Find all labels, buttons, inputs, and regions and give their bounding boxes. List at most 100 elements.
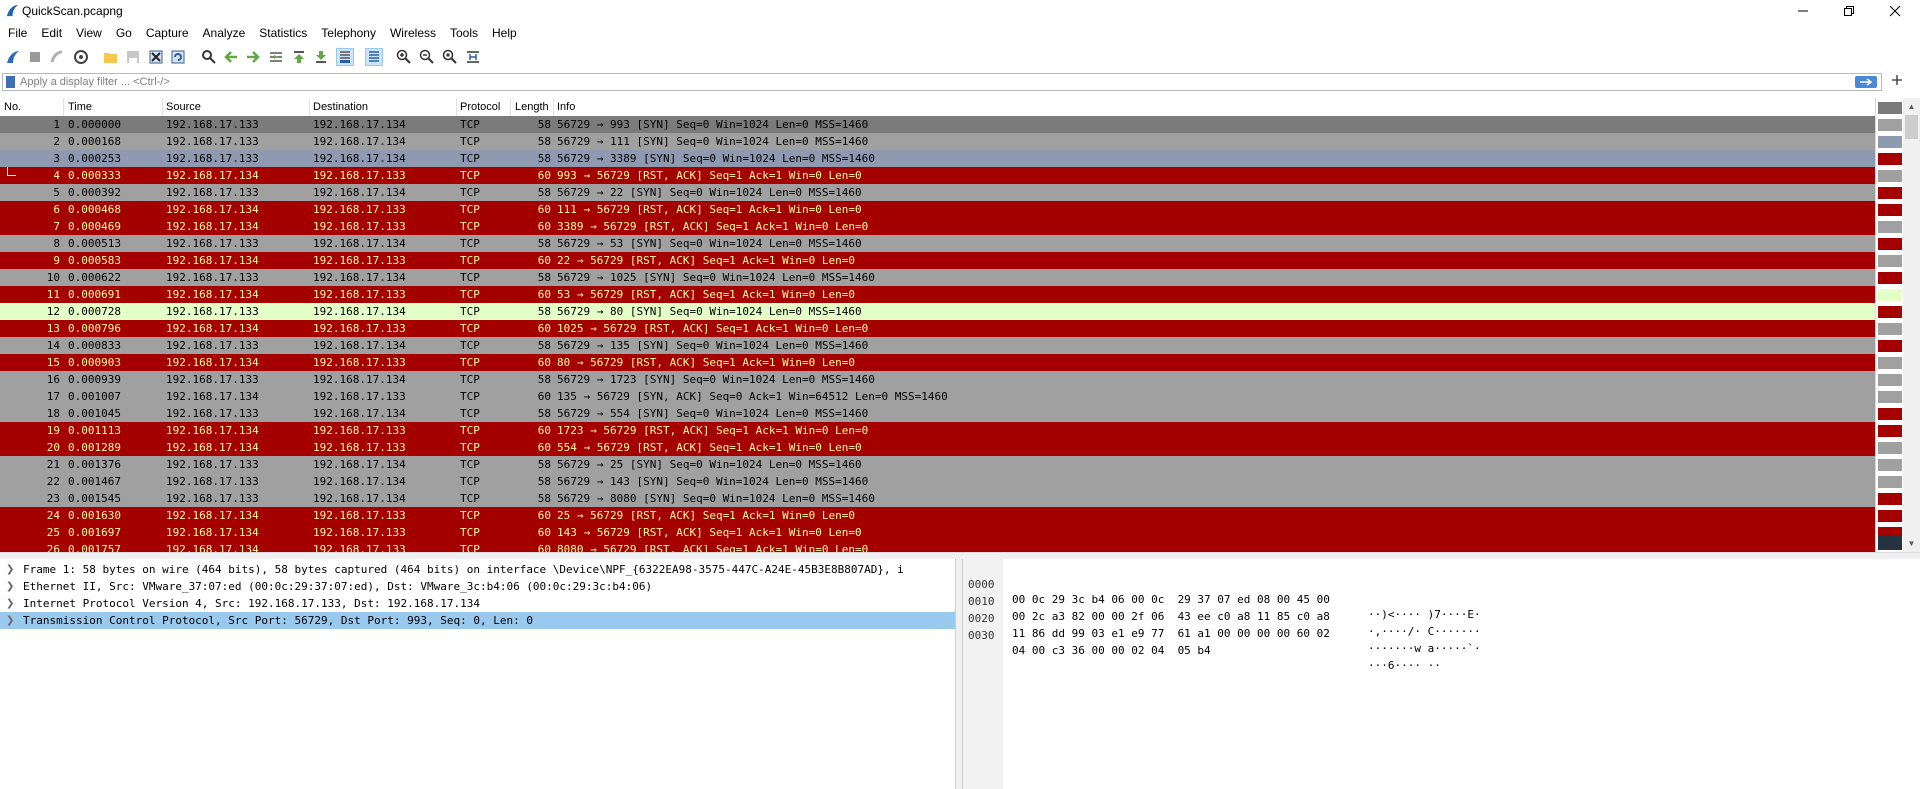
scroll-thumb[interactable] xyxy=(1905,115,1918,139)
packet-row[interactable]: 5 0.000392 192.168.17.133 192.168.17.134 TCP… xyxy=(0,184,1875,201)
column-no[interactable]: No. xyxy=(4,101,21,113)
display-filter-input[interactable] xyxy=(20,75,1840,88)
packet-row[interactable]: 9 0.000583 192.168.17.134 192.168.17.133 TCP… xyxy=(0,252,1875,269)
scroll-up-arrow[interactable]: ▲ xyxy=(1903,98,1920,115)
menu-go[interactable]: Go xyxy=(108,22,138,44)
packet-row[interactable]: 21 0.001376 192.168.17.133 192.168.17.134 TC… xyxy=(0,456,1875,473)
column-source[interactable]: Source xyxy=(166,101,201,113)
cell-dst: 192.168.17.133 xyxy=(313,390,406,403)
packet-row[interactable]: 17 0.001007 192.168.17.134 192.168.17.133 TC… xyxy=(0,388,1875,405)
column-protocol[interactable]: Protocol xyxy=(460,101,500,113)
bytes-row[interactable]: 0010 00 2c a3 82 00 00 2f 06 43 ee c0 a8… xyxy=(963,579,1481,638)
column-divider[interactable] xyxy=(553,98,554,116)
restore-button[interactable] xyxy=(1826,0,1872,22)
detail-frame[interactable]: ❯ Frame 1: 58 bytes on wire (464 bits), … xyxy=(0,561,955,578)
close-file-icon[interactable] xyxy=(148,49,164,65)
packet-row[interactable]: 22 0.001467 192.168.17.133 192.168.17.134 TC… xyxy=(0,473,1875,490)
packet-row[interactable]: 4 0.000333 192.168.17.134 192.168.17.133 TCP… xyxy=(0,167,1875,184)
column-time[interactable]: Time xyxy=(68,101,92,113)
normal-size-icon[interactable] xyxy=(442,49,458,65)
stop-capture-icon[interactable] xyxy=(27,49,43,65)
menu-help[interactable]: Help xyxy=(484,22,523,44)
cell-no: 13 xyxy=(46,322,60,335)
colorize-icon[interactable] xyxy=(365,48,383,66)
chevron-right-icon[interactable]: ❯ xyxy=(6,561,16,578)
minimap-viewport xyxy=(1878,536,1902,550)
capture-options-icon[interactable] xyxy=(73,49,89,65)
menu-tools[interactable]: Tools xyxy=(442,22,484,44)
save-file-icon[interactable] xyxy=(125,49,141,65)
menu-statistics[interactable]: Statistics xyxy=(251,22,313,44)
column-info[interactable]: Info xyxy=(557,101,575,113)
packet-row[interactable]: 11 0.000691 192.168.17.134 192.168.17.133 TC… xyxy=(0,286,1875,303)
menu-capture[interactable]: Capture xyxy=(138,22,195,44)
packet-row[interactable]: 26 0.001757 192.168.17.134 192.168.17.133 TC… xyxy=(0,541,1875,552)
menu-telephony[interactable]: Telephony xyxy=(313,22,382,44)
packet-row[interactable]: 10 0.000622 192.168.17.133 192.168.17.134 TC… xyxy=(0,269,1875,286)
packet-row[interactable]: 20 0.001289 192.168.17.134 192.168.17.133 TC… xyxy=(0,439,1875,456)
menu-wireless[interactable]: Wireless xyxy=(382,22,442,44)
packet-row[interactable]: 15 0.000903 192.168.17.134 192.168.17.133 TC… xyxy=(0,354,1875,371)
detail-tcp[interactable]: ❯ Transmission Control Protocol, Src Por… xyxy=(0,612,955,629)
detail-ipv4[interactable]: ❯ Internet Protocol Version 4, Src: 192.… xyxy=(0,595,955,612)
cell-time: 0.000796 xyxy=(68,322,121,335)
bytes-row[interactable]: 0000 00 0c 29 3c b4 06 00 0c 29 37 07 ed… xyxy=(963,562,1481,621)
restart-capture-icon[interactable] xyxy=(49,49,65,65)
packet-row[interactable]: 16 0.000939 192.168.17.133 192.168.17.134 TC… xyxy=(0,371,1875,388)
packet-row[interactable]: 23 0.001545 192.168.17.133 192.168.17.134 TC… xyxy=(0,490,1875,507)
close-window-button[interactable] xyxy=(1872,0,1918,22)
packet-row[interactable]: 24 0.001630 192.168.17.134 192.168.17.133 TC… xyxy=(0,507,1875,524)
column-destination[interactable]: Destination xyxy=(313,101,368,113)
bytes-row[interactable]: 0030 04 00 c3 36 00 00 02 04 05 b4 ···6·… xyxy=(963,613,1441,672)
add-filter-button[interactable] xyxy=(1889,72,1905,90)
apply-filter-button[interactable] xyxy=(1855,76,1877,88)
chevron-right-icon[interactable]: ❯ xyxy=(6,578,16,595)
detail-ethernet[interactable]: ❯ Ethernet II, Src: VMware_37:07:ed (00:… xyxy=(0,578,955,595)
scroll-down-arrow[interactable]: ▼ xyxy=(1903,535,1920,552)
bookmark-icon[interactable] xyxy=(6,76,15,88)
cell-proto: TCP xyxy=(460,305,480,318)
packet-row[interactable]: 19 0.001113 192.168.17.134 192.168.17.133 TC… xyxy=(0,422,1875,439)
pane-splitter[interactable] xyxy=(0,552,1920,559)
packet-row[interactable]: 1 0.000000 192.168.17.133 192.168.17.134 TCP… xyxy=(0,116,1875,133)
packet-row[interactable]: 18 0.001045 192.168.17.133 192.168.17.134 TC… xyxy=(0,405,1875,422)
packet-row[interactable]: 8 0.000513 192.168.17.133 192.168.17.134 TCP… xyxy=(0,235,1875,252)
menu-file[interactable]: File xyxy=(0,22,33,44)
packet-list-scrollbar[interactable]: ▲ ▼ xyxy=(1903,98,1920,552)
go-back-icon[interactable] xyxy=(223,49,239,65)
reload-file-icon[interactable] xyxy=(170,49,186,65)
open-file-icon[interactable] xyxy=(103,49,119,65)
zoom-out-icon[interactable] xyxy=(419,49,435,65)
chevron-right-icon[interactable]: ❯ xyxy=(6,612,16,629)
packet-row[interactable]: 14 0.000833 192.168.17.133 192.168.17.134 TC… xyxy=(0,337,1875,354)
packet-row[interactable]: 7 0.000469 192.168.17.134 192.168.17.133 TCP… xyxy=(0,218,1875,235)
bytes-row[interactable]: 0020 11 86 dd 99 03 e1 e9 77 61 a1 00 00… xyxy=(963,596,1481,655)
packet-minimap[interactable] xyxy=(1875,98,1904,552)
packet-row[interactable]: 12 0.000728 192.168.17.133 192.168.17.134 TC… xyxy=(0,303,1875,320)
column-divider[interactable] xyxy=(510,98,511,116)
column-divider[interactable] xyxy=(162,98,163,116)
go-forward-icon[interactable] xyxy=(245,49,261,65)
menu-edit[interactable]: Edit xyxy=(33,22,68,44)
chevron-right-icon[interactable]: ❯ xyxy=(6,595,16,612)
packet-row[interactable]: 25 0.001697 192.168.17.134 192.168.17.133 TC… xyxy=(0,524,1875,541)
menu-view[interactable]: View xyxy=(68,22,108,44)
packet-row[interactable]: 6 0.000468 192.168.17.134 192.168.17.133 TCP… xyxy=(0,201,1875,218)
start-capture-icon[interactable] xyxy=(5,49,21,65)
resize-columns-icon[interactable] xyxy=(465,49,481,65)
last-packet-icon[interactable] xyxy=(313,49,329,65)
auto-scroll-icon[interactable] xyxy=(336,48,354,66)
find-packet-icon[interactable] xyxy=(201,49,217,65)
minimize-button[interactable] xyxy=(1780,0,1826,22)
column-length[interactable]: Length xyxy=(515,101,549,113)
packet-row[interactable]: 2 0.000168 192.168.17.133 192.168.17.134 TCP… xyxy=(0,133,1875,150)
menu-analyze[interactable]: Analyze xyxy=(195,22,252,44)
packet-row[interactable]: 13 0.000796 192.168.17.134 192.168.17.133 TC… xyxy=(0,320,1875,337)
column-divider[interactable] xyxy=(309,98,310,116)
column-divider[interactable] xyxy=(63,98,64,116)
zoom-in-icon[interactable] xyxy=(396,49,412,65)
packet-row[interactable]: 3 0.000253 192.168.17.133 192.168.17.134 TCP… xyxy=(0,150,1875,167)
go-to-packet-icon[interactable] xyxy=(268,49,284,65)
first-packet-icon[interactable] xyxy=(291,49,307,65)
column-divider[interactable] xyxy=(456,98,457,116)
